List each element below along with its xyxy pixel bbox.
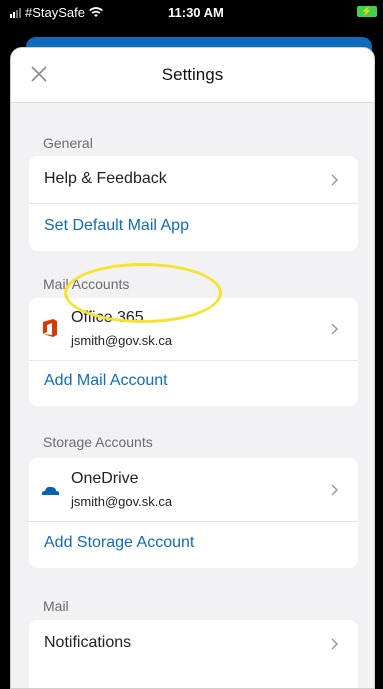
section-header-general: General (43, 135, 93, 151)
account-title: Office 365 (71, 309, 144, 326)
office-icon (43, 319, 57, 337)
signal-icon (10, 7, 21, 18)
account-email: jsmith@gov.sk.ca (71, 333, 173, 348)
status-bar: #StaySafe 11:30 AM ⚡ (0, 0, 383, 26)
add-storage-account-row[interactable]: Add Storage Account (29, 521, 358, 568)
add-mail-account-link: Add Mail Account (44, 372, 168, 389)
notifications-label: Notifications (44, 634, 132, 651)
settings-sheet: Settings General Help & Feedback Set Def… (10, 47, 375, 689)
onedrive-icon (41, 486, 60, 495)
help-feedback-row[interactable]: Help & Feedback (29, 156, 358, 204)
mail-accounts-card: Office 365 jsmith@gov.sk.ca Add Mail Acc… (29, 298, 358, 406)
battery-icon: ⚡ (357, 6, 377, 17)
carrier-label: #StaySafe (25, 5, 85, 20)
chevron-right-icon (331, 323, 339, 335)
carrier-info: #StaySafe (10, 5, 103, 20)
set-default-mail-app-link: Set Default Mail App (44, 217, 189, 234)
settings-nav-bar: Settings (11, 48, 374, 103)
section-header-mail-accounts: Mail Accounts (43, 276, 130, 292)
chevron-right-icon (331, 638, 339, 650)
notifications-row[interactable]: Notifications (29, 620, 358, 668)
office365-account-row[interactable]: Office 365 jsmith@gov.sk.ca (29, 298, 358, 361)
section-header-mail: Mail (43, 598, 69, 614)
section-header-storage-accounts: Storage Accounts (43, 434, 153, 450)
account-title: OneDrive (71, 470, 139, 487)
mail-card: Notifications (29, 620, 358, 688)
wifi-icon (89, 7, 103, 17)
help-feedback-label: Help & Feedback (44, 170, 167, 187)
add-mail-account-row[interactable]: Add Mail Account (29, 360, 358, 406)
chevron-right-icon (331, 174, 339, 186)
set-default-mail-app-row[interactable]: Set Default Mail App (29, 203, 358, 251)
account-email: jsmith@gov.sk.ca (71, 494, 173, 509)
onedrive-account-row[interactable]: OneDrive jsmith@gov.sk.ca (29, 458, 358, 522)
storage-accounts-card: OneDrive jsmith@gov.sk.ca Add Storage Ac… (29, 458, 358, 568)
page-title: Settings (161, 65, 224, 84)
general-card: Help & Feedback Set Default Mail App (29, 156, 358, 251)
chevron-right-icon (331, 484, 339, 496)
add-storage-account-link: Add Storage Account (44, 534, 195, 551)
status-time: 11:30 AM (168, 5, 224, 20)
